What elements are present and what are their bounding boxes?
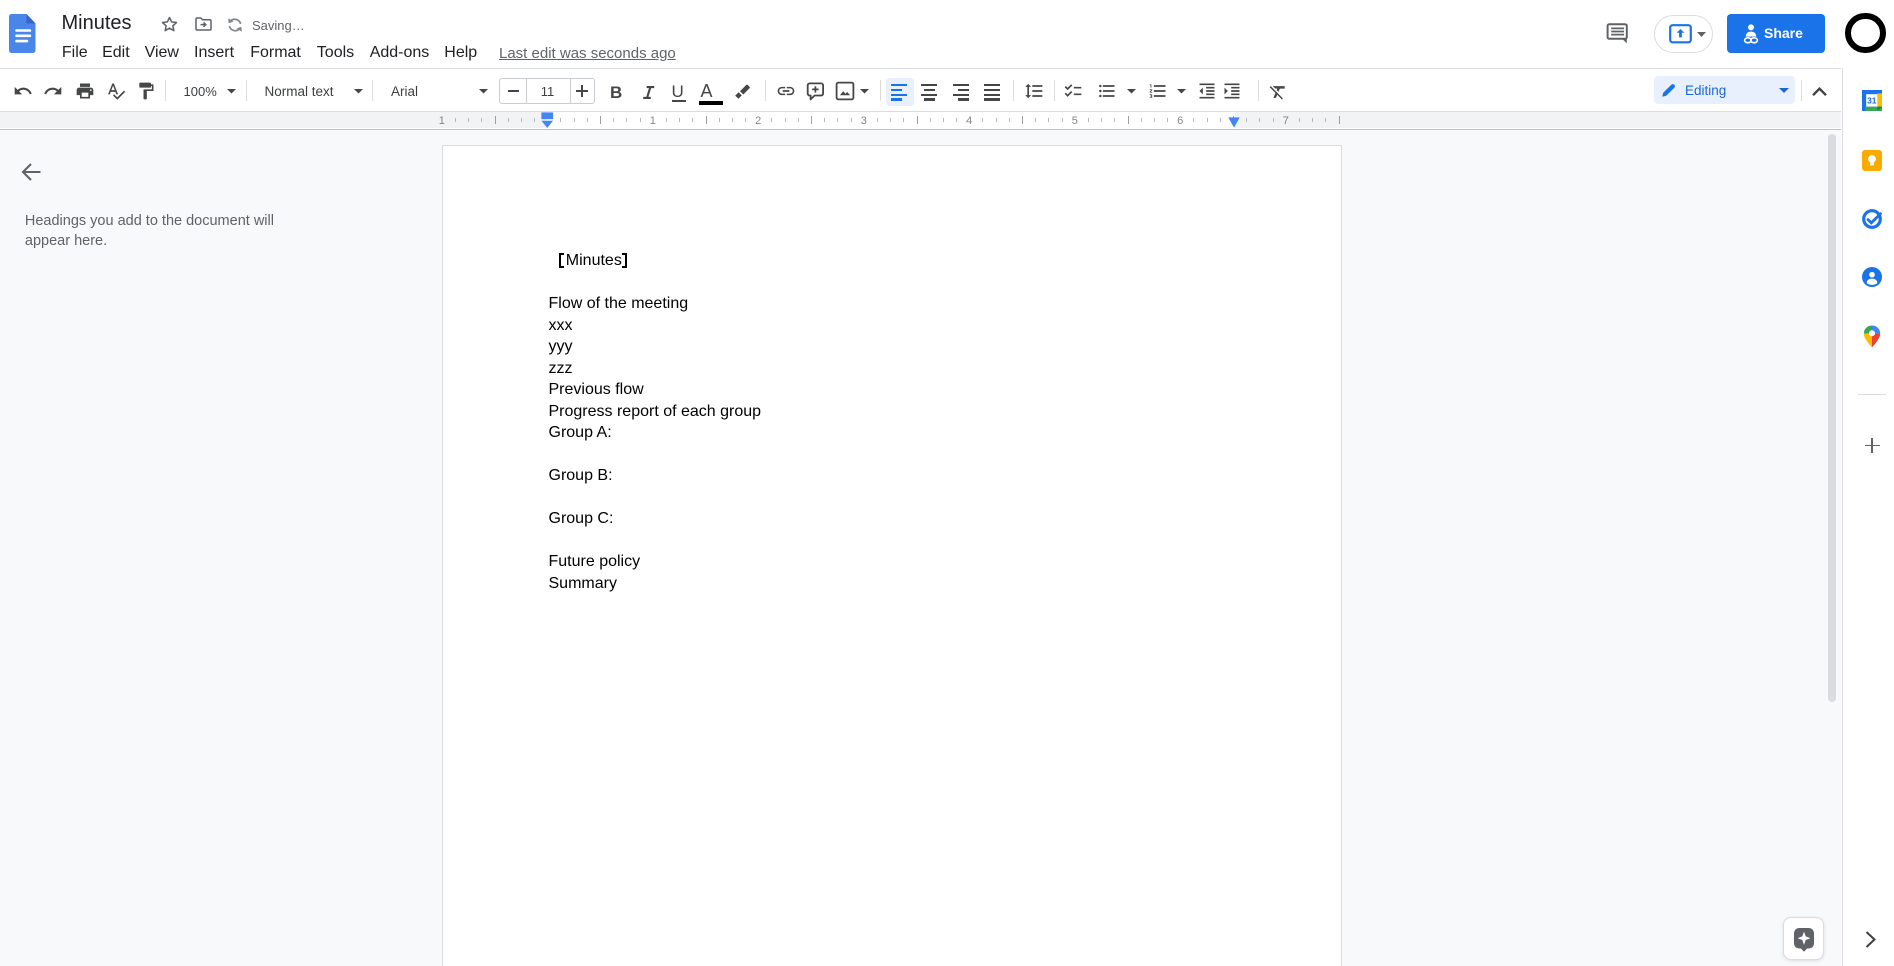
svg-text:31: 31 — [1867, 96, 1877, 106]
